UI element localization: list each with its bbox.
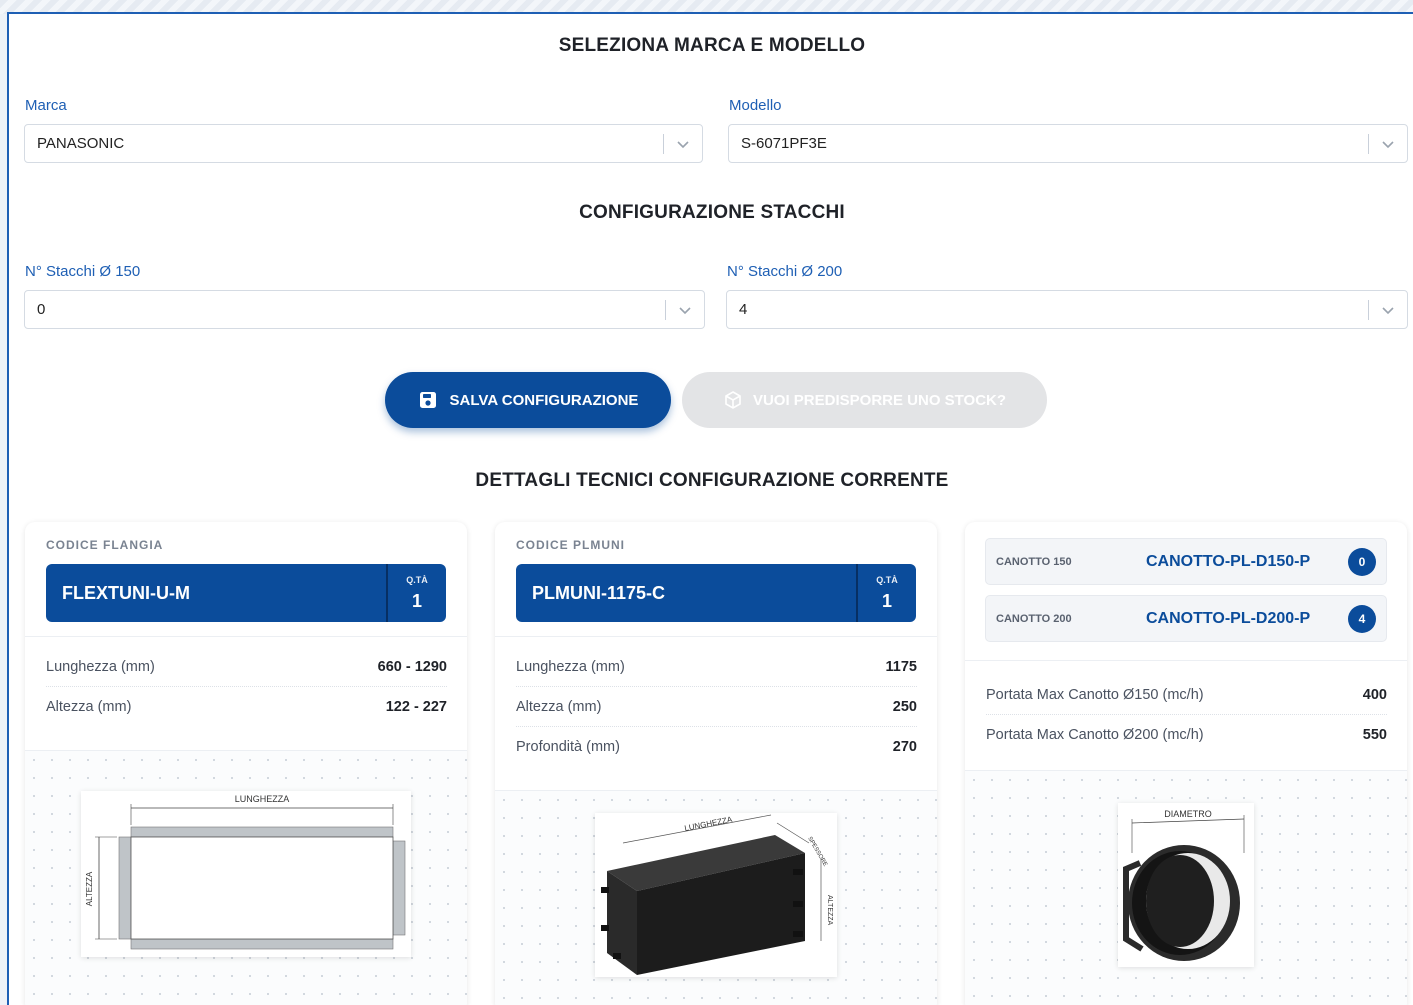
canotto-row: CANOTTO 200 CANOTTO-PL-D200-P 4 [985, 595, 1387, 642]
canotto-label: CANOTTO 200 [996, 612, 1072, 625]
canotto-code: CANOTTO-PL-D200-P [1146, 609, 1311, 627]
flangia-code: FLEXTUNI-U-M [62, 582, 190, 603]
flangia-drawing: LUNGHEZZA ALTEZZA [85, 794, 406, 950]
spec-value: 250 [892, 698, 917, 715]
save-configuration-button[interactable]: SALVA CONFIGURAZIONE [385, 372, 671, 428]
spec-row: Portata Max Canotto Ø200 (mc/h) 550 [986, 715, 1387, 755]
flangia-kicker: CODICE FLANGIA [46, 538, 164, 552]
spec-row: Portata Max Canotto Ø150 (mc/h) 400 [986, 675, 1387, 715]
plmuni-card: CODICE PLMUNI PLMUNI-1175-C Q.TÀ 1 Lungh… [495, 522, 937, 1005]
canotti-image-area: DIAMETRO [965, 770, 1407, 1005]
select-separator [663, 134, 664, 154]
spec-label: Altezza (mm) [516, 698, 602, 715]
plmuni-card-header: CODICE PLMUNI PLMUNI-1175-C Q.TÀ 1 [495, 522, 937, 637]
canotto-diagram: DIAMETRO [1118, 803, 1254, 967]
plmuni-diagram: LUNGHEZZA SPESSORE ALTEZZA [595, 813, 837, 977]
section-title-brand-model: SELEZIONA MARCA E MODELLO [558, 35, 866, 56]
spec-row: Altezza (mm) 122 - 227 [46, 687, 447, 727]
spec-value: 660 - 1290 [377, 658, 447, 675]
marca-select[interactable]: PANASONIC [24, 124, 703, 163]
spec-value: 550 [1362, 727, 1387, 743]
spec-value: 122 - 227 [385, 699, 447, 715]
stock-button-label: VUOI PREDISPORRE UNO STOCK? [752, 391, 1007, 409]
plmuni-kicker: CODICE PLMUNI [516, 538, 625, 552]
canotto-drawing: DIAMETRO [1123, 809, 1245, 961]
plmuni-qty: 1 [881, 590, 892, 611]
chevron-down-icon [1382, 307, 1394, 315]
flangia-qty-box: Q.TÀ 1 [386, 564, 446, 622]
length-dimension-label: LUNGHEZZA [684, 815, 734, 833]
spec-label: Profondità (mm) [516, 739, 620, 755]
canotto-qty-badge: 0 [1348, 547, 1376, 576]
modello-value: S-6071PF3E [741, 135, 827, 152]
flangia-card-header: CODICE FLANGIA FLEXTUNI-U-M Q.TÀ 1 [25, 522, 467, 637]
select-separator [1368, 300, 1369, 320]
spec-label: Altezza (mm) [46, 699, 132, 715]
spec-value: 270 [892, 739, 917, 755]
depth-dimension-label: SPESSORE [806, 836, 828, 868]
qty-label: Q.TÀ [406, 574, 428, 585]
height-dimension-label: ALTEZZA [826, 895, 833, 926]
chevron-down-icon [1382, 141, 1394, 149]
flangia-diagram: LUNGHEZZA ALTEZZA [81, 791, 411, 957]
canotti-card: CANOTTO 150 CANOTTO-PL-D150-P 0 CANOTTO … [965, 522, 1407, 1005]
height-dimension-label: ALTEZZA [85, 871, 94, 906]
stacchi150-label: N° Stacchi Ø 150 [25, 263, 141, 280]
qty-label: Q.TÀ [876, 574, 898, 585]
length-dimension-label: LUNGHEZZA [235, 794, 290, 804]
flangia-code-bar: FLEXTUNI-U-M Q.TÀ 1 [46, 564, 446, 622]
spec-row: Profondità (mm) 270 [516, 727, 917, 767]
plmuni-qty-box: Q.TÀ 1 [856, 564, 916, 622]
select-separator [665, 300, 666, 320]
marca-value: PANASONIC [37, 135, 125, 152]
spec-value: 400 [1362, 686, 1387, 703]
flangia-card: CODICE FLANGIA FLEXTUNI-U-M Q.TÀ 1 Lungh… [25, 522, 467, 1005]
configurator-panel: SELEZIONA MARCA E MODELLO Marca PANASONI… [7, 12, 1413, 1005]
diameter-dimension-label: DIAMETRO [1164, 809, 1212, 819]
flangia-qty: 1 [411, 590, 422, 611]
canotto-row: CANOTTO 150 CANOTTO-PL-D150-P 0 [985, 538, 1387, 585]
canotto-label: CANOTTO 150 [996, 555, 1072, 568]
section-title-details: DETTAGLI TECNICI CONFIGURAZIONE CORRENTE [475, 470, 949, 491]
chevron-down-icon [677, 141, 689, 149]
marca-label: Marca [25, 97, 67, 114]
stacchi150-value: 0 [37, 301, 46, 318]
plmuni-drawing: LUNGHEZZA SPESSORE ALTEZZA [601, 814, 833, 975]
stacchi200-value: 4 [739, 301, 748, 318]
flangia-image-area: LUNGHEZZA ALTEZZA [25, 750, 467, 1005]
flangia-specs: Lunghezza (mm) 660 - 1290 Altezza (mm) 1… [25, 637, 467, 735]
chevron-down-icon [679, 307, 691, 315]
save-button-label: SALVA CONFIGURAZIONE [449, 391, 639, 409]
save-icon [419, 392, 436, 408]
canotto-qty-badge: 4 [1348, 604, 1376, 633]
plmuni-image-area: LUNGHEZZA SPESSORE ALTEZZA [495, 790, 937, 1005]
spec-label: Lunghezza (mm) [46, 658, 155, 675]
box-icon [725, 391, 741, 409]
select-separator [1368, 134, 1369, 154]
modello-select[interactable]: S-6071PF3E [728, 124, 1408, 163]
plmuni-code-bar: PLMUNI-1175-C Q.TÀ 1 [516, 564, 916, 622]
plmuni-specs: Lunghezza (mm) 1175 Altezza (mm) 250 Pro… [495, 637, 937, 775]
canotti-list: CANOTTO 150 CANOTTO-PL-D150-P 0 CANOTTO … [965, 522, 1407, 661]
canotto-code: CANOTTO-PL-D150-P [1146, 552, 1311, 570]
canotti-specs: Portata Max Canotto Ø150 (mc/h) 400 Port… [965, 661, 1407, 763]
spec-label: Lunghezza (mm) [516, 658, 625, 675]
spec-value: 1175 [885, 658, 917, 675]
prepare-stock-button[interactable]: VUOI PREDISPORRE UNO STOCK? [682, 372, 1047, 428]
modello-label: Modello [729, 97, 782, 114]
stacchi200-label: N° Stacchi Ø 200 [727, 263, 843, 280]
stacchi150-select[interactable]: 0 [24, 290, 705, 329]
section-title-config: CONFIGURAZIONE STACCHI [579, 202, 845, 223]
stacchi200-select[interactable]: 4 [726, 290, 1408, 329]
spec-row: Altezza (mm) 250 [516, 687, 917, 727]
spec-row: Lunghezza (mm) 660 - 1290 [46, 647, 447, 687]
spec-label: Portata Max Canotto Ø150 (mc/h) [986, 686, 1204, 703]
spec-row: Lunghezza (mm) 1175 [516, 647, 917, 687]
spec-label: Portata Max Canotto Ø200 (mc/h) [986, 727, 1204, 743]
plmuni-code: PLMUNI-1175-C [532, 582, 666, 603]
